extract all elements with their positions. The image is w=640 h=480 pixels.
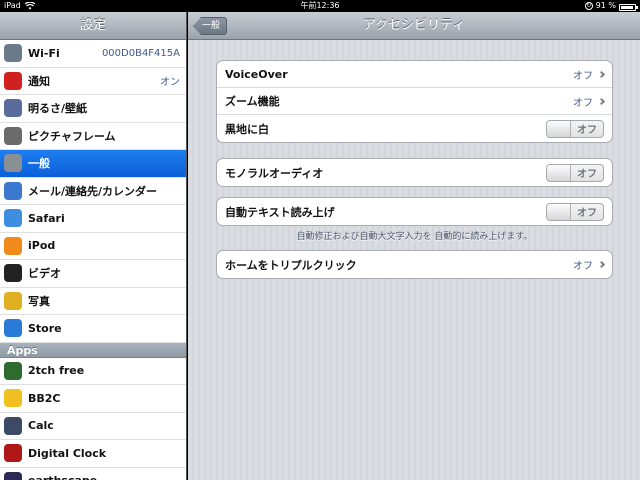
- sidebar-item-label: BB2C: [28, 391, 61, 405]
- mono-audio-label: モノラルオーディオ: [225, 166, 324, 180]
- mono-audio-row: モノラルオーディオ オフ: [217, 159, 612, 186]
- sidebar-item-label: Calc: [28, 419, 54, 433]
- vision-group: VoiceOver オフ ズーム機能 オフ 黒地に白 オフ: [216, 60, 613, 143]
- triple-click-label: ホームをトリプルクリック: [225, 258, 357, 272]
- earth-icon: [4, 471, 22, 480]
- chevron-right-icon: [597, 70, 606, 78]
- sidebar-item[interactable]: 写真: [0, 287, 186, 315]
- sidebar-item[interactable]: 明るさ/壁紙: [0, 95, 186, 123]
- voiceover-value: オフ: [573, 70, 593, 82]
- page-title: アクセシビリティ: [362, 18, 466, 33]
- white-on-black-toggle[interactable]: オフ: [546, 119, 604, 138]
- triple-click-row[interactable]: ホームをトリプルクリック オフ: [217, 251, 612, 278]
- sidebar-item-label: Digital Clock: [28, 446, 107, 460]
- picture-frame-icon: [4, 126, 22, 145]
- toggle-knob: [547, 164, 571, 181]
- sidebar-item-value: オン: [160, 77, 180, 89]
- speak-text-row: 自動テキスト読み上げ オフ: [217, 198, 612, 225]
- sidebar-item[interactable]: 2tch free: [0, 357, 186, 385]
- calc-icon: [4, 416, 22, 435]
- accessibility-panel: 一般 アクセシビリティ VoiceOver オフ ズーム機能 オフ 黒地に白 オ…: [188, 12, 640, 480]
- voiceover-row[interactable]: VoiceOver オフ: [217, 61, 612, 88]
- sidebar-item[interactable]: Safari: [0, 205, 186, 233]
- video-icon: [4, 264, 22, 283]
- chevron-right-icon: [597, 97, 606, 105]
- sidebar-item[interactable]: メール/連絡先/カレンダー: [0, 177, 186, 205]
- triple-click-value: オフ: [573, 261, 593, 272]
- white-on-black-label: 黒地に白: [225, 122, 269, 136]
- bb2c-icon: [4, 389, 22, 408]
- nav-bar: 一般 アクセシビリティ: [188, 12, 640, 40]
- sidebar-item-label: earthscape: [28, 474, 180, 480]
- apps-list: 2tch free BB2C Calc Digital Clock earthscape: [0, 357, 186, 480]
- sidebar-item-label: ビデオ: [28, 267, 61, 281]
- sidebar-item[interactable]: BB2C: [0, 385, 186, 413]
- toggle-knob: [547, 203, 571, 220]
- battery-percent: 91 %: [595, 1, 616, 10]
- sidebar-item[interactable]: 一般: [0, 150, 186, 178]
- sidebar-item-label: メール/連絡先/カレンダー: [28, 184, 158, 198]
- sidebar-item[interactable]: Calc: [0, 412, 186, 440]
- triple-click-group: ホームをトリプルクリック オフ: [216, 250, 613, 279]
- sidebar-item[interactable]: Wi-Fi 000D0B4F415A: [0, 40, 186, 68]
- white-on-black-row: 黒地に白 オフ: [217, 115, 612, 142]
- toggle-text: オフ: [577, 169, 597, 180]
- sidebar-item-label: 明るさ/壁紙: [28, 102, 88, 116]
- sidebar-item[interactable]: iPod: [0, 232, 186, 260]
- sidebar-item[interactable]: ビデオ: [0, 260, 186, 288]
- mono-audio-toggle[interactable]: オフ: [546, 163, 604, 182]
- battery-icon: [619, 3, 638, 11]
- 2tch-icon: [4, 361, 22, 380]
- status-time: 午前12:36: [300, 1, 340, 10]
- battery-fill: [621, 5, 633, 9]
- ipod-icon: [4, 236, 22, 255]
- sidebar-title: 設定: [0, 12, 186, 40]
- brightness-icon: [4, 99, 22, 118]
- gear-icon: [4, 154, 22, 173]
- sidebar-item-label: Wi-Fi: [28, 46, 60, 60]
- store-icon: [4, 319, 22, 338]
- speak-text-group: 自動テキスト読み上げ オフ: [216, 197, 613, 226]
- toggle-text: オフ: [577, 208, 597, 219]
- zoom-value: オフ: [573, 97, 593, 109]
- speak-text-label: 自動テキスト読み上げ: [225, 205, 335, 219]
- sidebar-item-label: 通知: [28, 74, 50, 88]
- sidebar-item-label: iPod: [28, 239, 56, 253]
- speak-text-toggle[interactable]: オフ: [546, 202, 604, 221]
- sidebar-item[interactable]: 通知 オン: [0, 67, 186, 95]
- clock-icon: [4, 444, 22, 463]
- status-right: ↻ 91 %: [584, 0, 638, 12]
- sidebar-item-label: 写真: [28, 294, 50, 308]
- sidebar-item-label: Store: [28, 321, 62, 335]
- wifi-icon: [4, 44, 22, 63]
- chevron-right-icon: [597, 260, 606, 269]
- hearing-group: モノラルオーディオ オフ: [216, 158, 613, 187]
- settings-list: Wi-Fi 000D0B4F415A 通知 オン明るさ/壁紙ピクチャフレーム 一般メール…: [0, 40, 186, 343]
- sidebar-item-label: ピクチャフレーム: [28, 129, 116, 143]
- sidebar-item[interactable]: ピクチャフレーム: [0, 122, 186, 150]
- speak-text-footnote: 自動修正および自動大文字入力を 自動的に読み上げます。: [296, 232, 533, 242]
- sidebar-item-label: Safari: [28, 211, 65, 225]
- mail-icon: [4, 181, 22, 200]
- notification-icon: [4, 71, 22, 90]
- status-bar: iPad 午前12:36 ↻ 91 %: [0, 0, 640, 12]
- sidebar-item-value: 000D0B4F415A: [101, 47, 180, 59]
- zoom-row[interactable]: ズーム機能 オフ: [217, 88, 612, 115]
- safari-icon: [4, 209, 22, 228]
- voiceover-label: VoiceOver: [225, 67, 288, 81]
- sidebar-item-label: 一般: [28, 157, 50, 171]
- settings-sidebar: 設定 Wi-Fi 000D0B4F415A 通知 オン明るさ/壁紙ピクチャフレーム 一般…: [0, 12, 187, 480]
- sidebar-item[interactable]: Digital Clock: [0, 440, 186, 468]
- toggle-knob: [547, 120, 571, 137]
- apps-section-header: Apps: [0, 342, 186, 358]
- rotation-lock-icon: ↻: [584, 2, 593, 10]
- sidebar-item[interactable]: Store: [0, 315, 186, 343]
- sidebar-item[interactable]: earthscape: [0, 467, 186, 480]
- toggle-text: オフ: [577, 125, 597, 136]
- zoom-label: ズーム機能: [225, 95, 280, 108]
- sidebar-item-label: 2tch free: [28, 364, 85, 378]
- photos-icon: [4, 291, 22, 310]
